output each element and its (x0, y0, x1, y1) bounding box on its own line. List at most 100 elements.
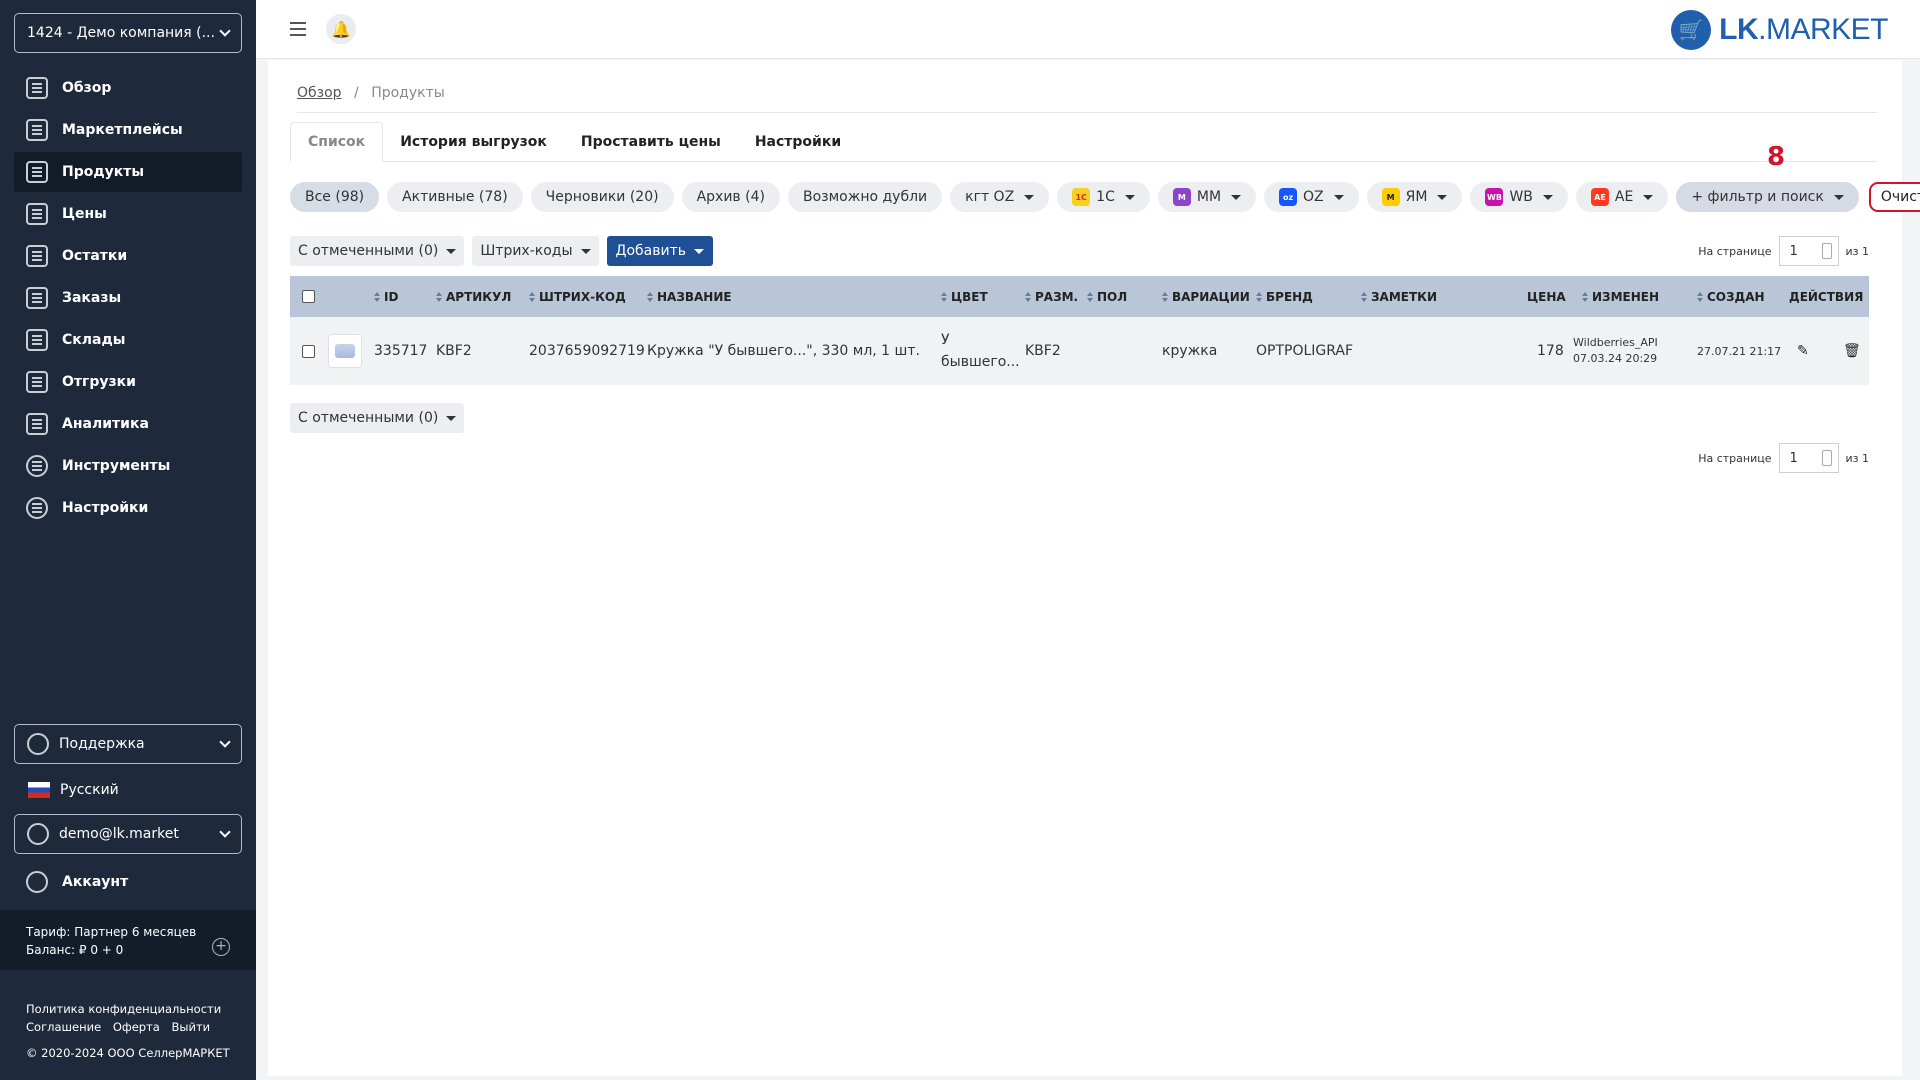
sidebar-item-tools[interactable]: Инструменты (14, 446, 242, 486)
column-header-id[interactable]: ID (374, 276, 398, 317)
filter-and-search-button[interactable]: + фильтр и поиск (1676, 182, 1859, 212)
tab-list[interactable]: Список (290, 122, 384, 162)
ozon-icon: oz (1279, 188, 1298, 206)
edit-button[interactable]: ✎ (1797, 317, 1809, 385)
spinner-icon[interactable] (1821, 450, 1832, 466)
add-button[interactable]: Добавить (606, 236, 713, 266)
column-header-barcode[interactable]: ШТРИХ-КОД (529, 276, 626, 317)
filter-duplicates[interactable]: Возможно дубли (787, 182, 943, 212)
product-thumbnail[interactable] (328, 317, 362, 385)
tab-set-prices[interactable]: Проставить цены (564, 122, 738, 162)
filter-drafts[interactable]: Черновики (20) (530, 182, 674, 212)
support-select[interactable]: Поддержка (14, 724, 242, 764)
language-switch[interactable]: Русский (28, 778, 119, 802)
sidebar-item-products[interactable]: Продукты (14, 152, 242, 192)
cell-name[interactable]: Кружка "У бывшего...", 330 мл, 1 шт. (647, 317, 920, 385)
filter-label: AE (1614, 189, 1634, 205)
header-label: ПОЛ (1097, 289, 1128, 304)
account-link[interactable]: Аккаунт (26, 868, 128, 896)
row-checkbox[interactable] (302, 317, 315, 385)
delete-button[interactable]: 🗑 (1843, 317, 1861, 385)
column-header-size[interactable]: РАЗМ. (1025, 276, 1078, 317)
cell-size: KBF2 (1025, 343, 1061, 359)
barcodes-dropdown[interactable]: Штрих-коды (472, 236, 599, 266)
with-selected-dropdown[interactable]: С отмеченными (0) (290, 403, 465, 433)
filter-1c[interactable]: 1С 1С (1057, 182, 1150, 212)
stock-icon (26, 245, 48, 267)
column-header-article[interactable]: АРТИКУЛ (436, 276, 511, 317)
caret-down-icon (1643, 194, 1654, 200)
cell-article: KBF2 (436, 343, 472, 359)
spinner-icon[interactable] (1821, 243, 1832, 259)
sort-icon (1087, 291, 1093, 302)
sidebar-item-prices[interactable]: Цены (14, 194, 242, 234)
menu-icon[interactable] (290, 22, 306, 24)
with-selected-dropdown[interactable]: С отмеченными (0) (290, 236, 465, 266)
sidebar-item-shipments[interactable]: Отгрузки (14, 362, 242, 402)
products-icon (26, 161, 48, 183)
logout-link[interactable]: Выйти (172, 1020, 211, 1034)
tabs: Список История выгрузок Проставить цены … (290, 122, 1877, 162)
filter-ktg-oz[interactable]: кгт OZ (950, 182, 1050, 212)
checkbox-icon (302, 290, 315, 303)
sidebar-item-overview[interactable]: Обзор (14, 68, 242, 108)
caret-down-icon (446, 248, 457, 254)
dropdown-label: С отмеченными (0) (298, 410, 439, 426)
filter-ozon[interactable]: oz OZ (1264, 182, 1359, 212)
page-input[interactable]: 1 (1778, 443, 1839, 473)
filter-archive[interactable]: Архив (4) (681, 182, 780, 212)
filter-wildberries[interactable]: WB WB (1470, 182, 1568, 212)
sidebar-item-label: Обзор (62, 80, 112, 96)
sidebar-item-analytics[interactable]: Аналитика (14, 404, 242, 444)
column-header-created[interactable]: СОЗДАН (1697, 276, 1765, 317)
table-row[interactable]: 335717 KBF2 2037659092719 Кружка "У бывш… (290, 317, 1869, 385)
cell-variations: кружка (1162, 343, 1218, 359)
company-select[interactable]: 1424 - Демо компания (... (14, 13, 242, 53)
sidebar-item-stock[interactable]: Остатки (14, 236, 242, 276)
yandex-market-icon: М (1381, 188, 1400, 206)
privacy-link[interactable]: Политика конфиденциальности (26, 1000, 230, 1018)
support-icon (27, 733, 49, 755)
page-value: 1 (1789, 450, 1798, 466)
sidebar-item-settings[interactable]: Настройки (14, 488, 242, 528)
tariff-text: Тариф: Партнер 6 месяцев (26, 925, 197, 939)
add-balance-icon[interactable]: + (212, 938, 230, 956)
sort-icon (1361, 291, 1367, 302)
sidebar-item-marketplaces[interactable]: Маркетплейсы (14, 110, 242, 150)
sidebar-item-warehouses[interactable]: Склады (14, 320, 242, 360)
products-table: ID АРТИКУЛ ШТРИХ-КОД НАЗВАНИЕ ЦВЕТ РАЗМ.… (290, 276, 1869, 385)
page-input[interactable]: 1 (1778, 236, 1839, 266)
user-select[interactable]: demo@lk.market (14, 814, 242, 854)
tab-settings[interactable]: Настройки (738, 122, 858, 162)
sort-icon (1025, 291, 1031, 302)
company-name: 1424 - Демо компания (... (27, 25, 215, 41)
filter-aliexpress[interactable]: AE AE (1575, 182, 1669, 212)
filter-all[interactable]: Все (98) (290, 182, 380, 212)
sort-icon (647, 291, 653, 302)
column-header-color[interactable]: ЦВЕТ (941, 276, 988, 317)
clear-filters-button[interactable]: Очистить (1868, 182, 1920, 212)
agreement-link[interactable]: Соглашение (26, 1020, 101, 1034)
sidebar: 1424 - Демо компания (... Обзор Маркетпл… (0, 0, 256, 1080)
sidebar-item-label: Цены (62, 206, 107, 222)
select-all-checkbox[interactable] (302, 276, 315, 317)
filter-megamarket[interactable]: M ММ (1157, 182, 1257, 212)
bell-icon[interactable]: 🔔 (326, 14, 356, 44)
warehouse-icon (26, 329, 48, 351)
filter-yandex-market[interactable]: М ЯМ (1366, 182, 1463, 212)
column-header-variations[interactable]: ВАРИАЦИИ (1162, 276, 1250, 317)
filter-active[interactable]: Активные (78) (387, 182, 523, 212)
column-header-changed[interactable]: ИЗМЕНЕН (1582, 276, 1659, 317)
column-header-name[interactable]: НАЗВАНИЕ (647, 276, 732, 317)
breadcrumb-overview[interactable]: Обзор (297, 85, 342, 101)
column-header-notes[interactable]: ЗАМЕТКИ (1361, 276, 1437, 317)
column-header-brand[interactable]: БРЕНД (1256, 276, 1313, 317)
chevron-down-icon (219, 826, 231, 838)
column-header-price[interactable]: ЦЕНА (1527, 276, 1566, 317)
tab-upload-history[interactable]: История выгрузок (383, 122, 564, 162)
column-header-gender[interactable]: ПОЛ (1087, 276, 1127, 317)
sidebar-item-orders[interactable]: Заказы (14, 278, 242, 318)
caret-down-icon (1231, 194, 1242, 200)
logo: 🛒 LK.MARKET (1671, 10, 1888, 50)
offer-link[interactable]: Оферта (113, 1020, 160, 1034)
